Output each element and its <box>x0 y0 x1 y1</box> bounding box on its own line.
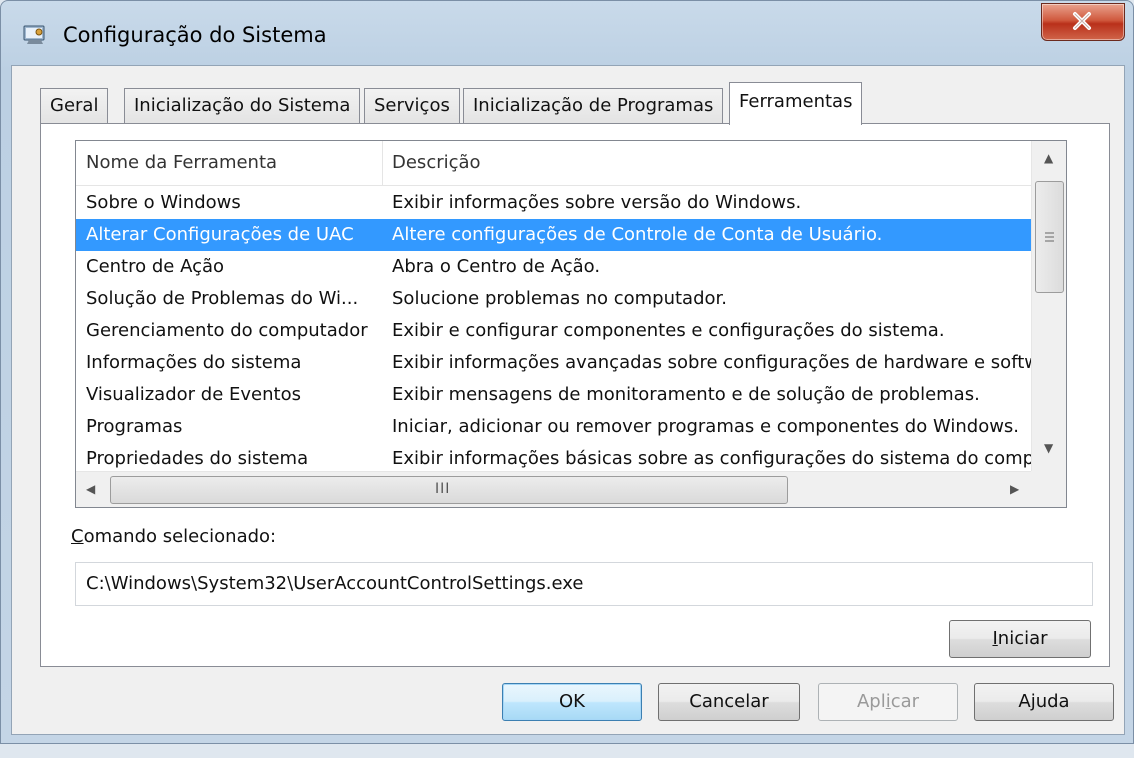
list-item[interactable]: Alterar Configurações de UAC Altere confi… <box>76 219 1031 251</box>
dialog-client-area: Geral Inicialização do Sistema Serviços … <box>11 65 1125 735</box>
apply-button[interactable]: Aplicar <box>818 683 958 721</box>
tool-description-cell: Solucione problemas no computador. <box>392 288 727 309</box>
scroll-down-arrow-icon[interactable]: ▼ <box>1044 441 1053 455</box>
close-icon <box>1073 12 1091 30</box>
grip-icon <box>1045 232 1054 242</box>
column-header-tool-name[interactable]: Nome da Ferramenta <box>86 141 277 185</box>
scrollbar-corner <box>1031 471 1066 507</box>
list-item[interactable]: Programas Iniciar, adicionar ou remover p… <box>76 411 1031 443</box>
column-divider[interactable] <box>382 141 383 185</box>
tool-name-cell: Alterar Configurações de UAC <box>86 224 354 245</box>
list-column-header: Nome da Ferramenta Descrição <box>76 141 1031 186</box>
tool-description-cell: Exibir mensagens de monitoramento e de s… <box>392 384 980 405</box>
selected-command-label: Comando selecionado: <box>71 526 277 547</box>
tool-name-cell: Centro de Ação <box>86 256 225 277</box>
vertical-scroll-thumb[interactable] <box>1035 181 1064 293</box>
list-item[interactable]: Centro de Ação Abra o Centro de Ação. <box>76 251 1031 283</box>
tool-description-cell: Exibir informações avançadas sobre confi… <box>392 352 1032 373</box>
tab-tools[interactable]: Ferramentas <box>729 82 863 125</box>
tool-description-cell: Exibir e configurar componentes e config… <box>392 320 945 341</box>
horizontal-scroll-thumb[interactable]: III <box>110 476 788 504</box>
tool-name-cell: Informações do sistema <box>86 352 302 373</box>
vertical-scrollbar[interactable]: ▲ ▼ <box>1031 141 1066 471</box>
window-title: Configuração do Sistema <box>63 23 327 47</box>
tools-list[interactable]: Nome da Ferramenta Descrição Sobre o Win… <box>75 140 1067 508</box>
tool-name-cell: Solução de Problemas do Wi... <box>86 288 359 309</box>
tool-name-cell: Gerenciamento do computador <box>86 320 368 341</box>
help-button[interactable]: Ajuda <box>974 683 1114 721</box>
tools-tab-panel: Nome da Ferramenta Descrição Sobre o Win… <box>40 123 1110 667</box>
tool-name-cell: Visualizador de Eventos <box>86 384 301 405</box>
title-bar[interactable]: Configuração do Sistema <box>1 1 1133 65</box>
list-item[interactable]: Informações do sistema Exibir informações… <box>76 347 1032 379</box>
scroll-right-arrow-icon[interactable]: ▶ <box>1010 482 1019 496</box>
close-button[interactable] <box>1041 3 1125 41</box>
launch-button[interactable]: Iniciar <box>949 620 1091 658</box>
tools-list-rows: Sobre o Windows Exibir informações sobre … <box>76 187 1032 475</box>
tab-services[interactable]: Serviços <box>364 88 460 124</box>
list-item[interactable]: Visualizador de Eventos Exibir mensagens … <box>76 379 1031 411</box>
tool-description-cell: Exibir informações sobre versão do Windo… <box>392 192 802 213</box>
tab-startup[interactable]: Inicialização de Programas <box>463 88 724 124</box>
scroll-left-arrow-icon[interactable]: ◀ <box>86 482 95 496</box>
column-header-description[interactable]: Descrição <box>392 141 481 185</box>
list-item[interactable]: Sobre o Windows Exibir informações sobre … <box>76 187 1031 219</box>
list-item[interactable]: Solução de Problemas do Wi... Solucione p… <box>76 283 1031 315</box>
horizontal-grip-marks: III <box>435 481 451 497</box>
tool-description-cell: Altere configurações de Controle de Cont… <box>392 224 883 245</box>
cancel-button[interactable]: Cancelar <box>658 683 800 721</box>
scroll-up-arrow-icon[interactable]: ▲ <box>1044 151 1053 165</box>
tab-boot[interactable]: Inicialização do Sistema <box>124 88 361 124</box>
tool-description-cell: Abra o Centro de Ação. <box>392 256 601 277</box>
horizontal-scrollbar[interactable]: ◀ III ▶ <box>76 471 1031 507</box>
tool-name-cell: Sobre o Windows <box>86 192 241 213</box>
selected-command-field[interactable]: C:\Windows\System32\UserAccountControlSe… <box>75 562 1093 606</box>
msconfig-app-icon <box>23 25 47 45</box>
tool-name-cell: Programas <box>86 416 183 437</box>
tab-general[interactable]: Geral <box>40 88 109 124</box>
ok-button[interactable]: OK <box>502 683 642 721</box>
list-item[interactable]: Gerenciamento do computador Exibir e conf… <box>76 315 1031 347</box>
tool-description-cell: Iniciar, adicionar ou remover programas … <box>392 416 1020 437</box>
system-configuration-window: Configuração do Sistema Geral Inicializa… <box>0 0 1134 744</box>
